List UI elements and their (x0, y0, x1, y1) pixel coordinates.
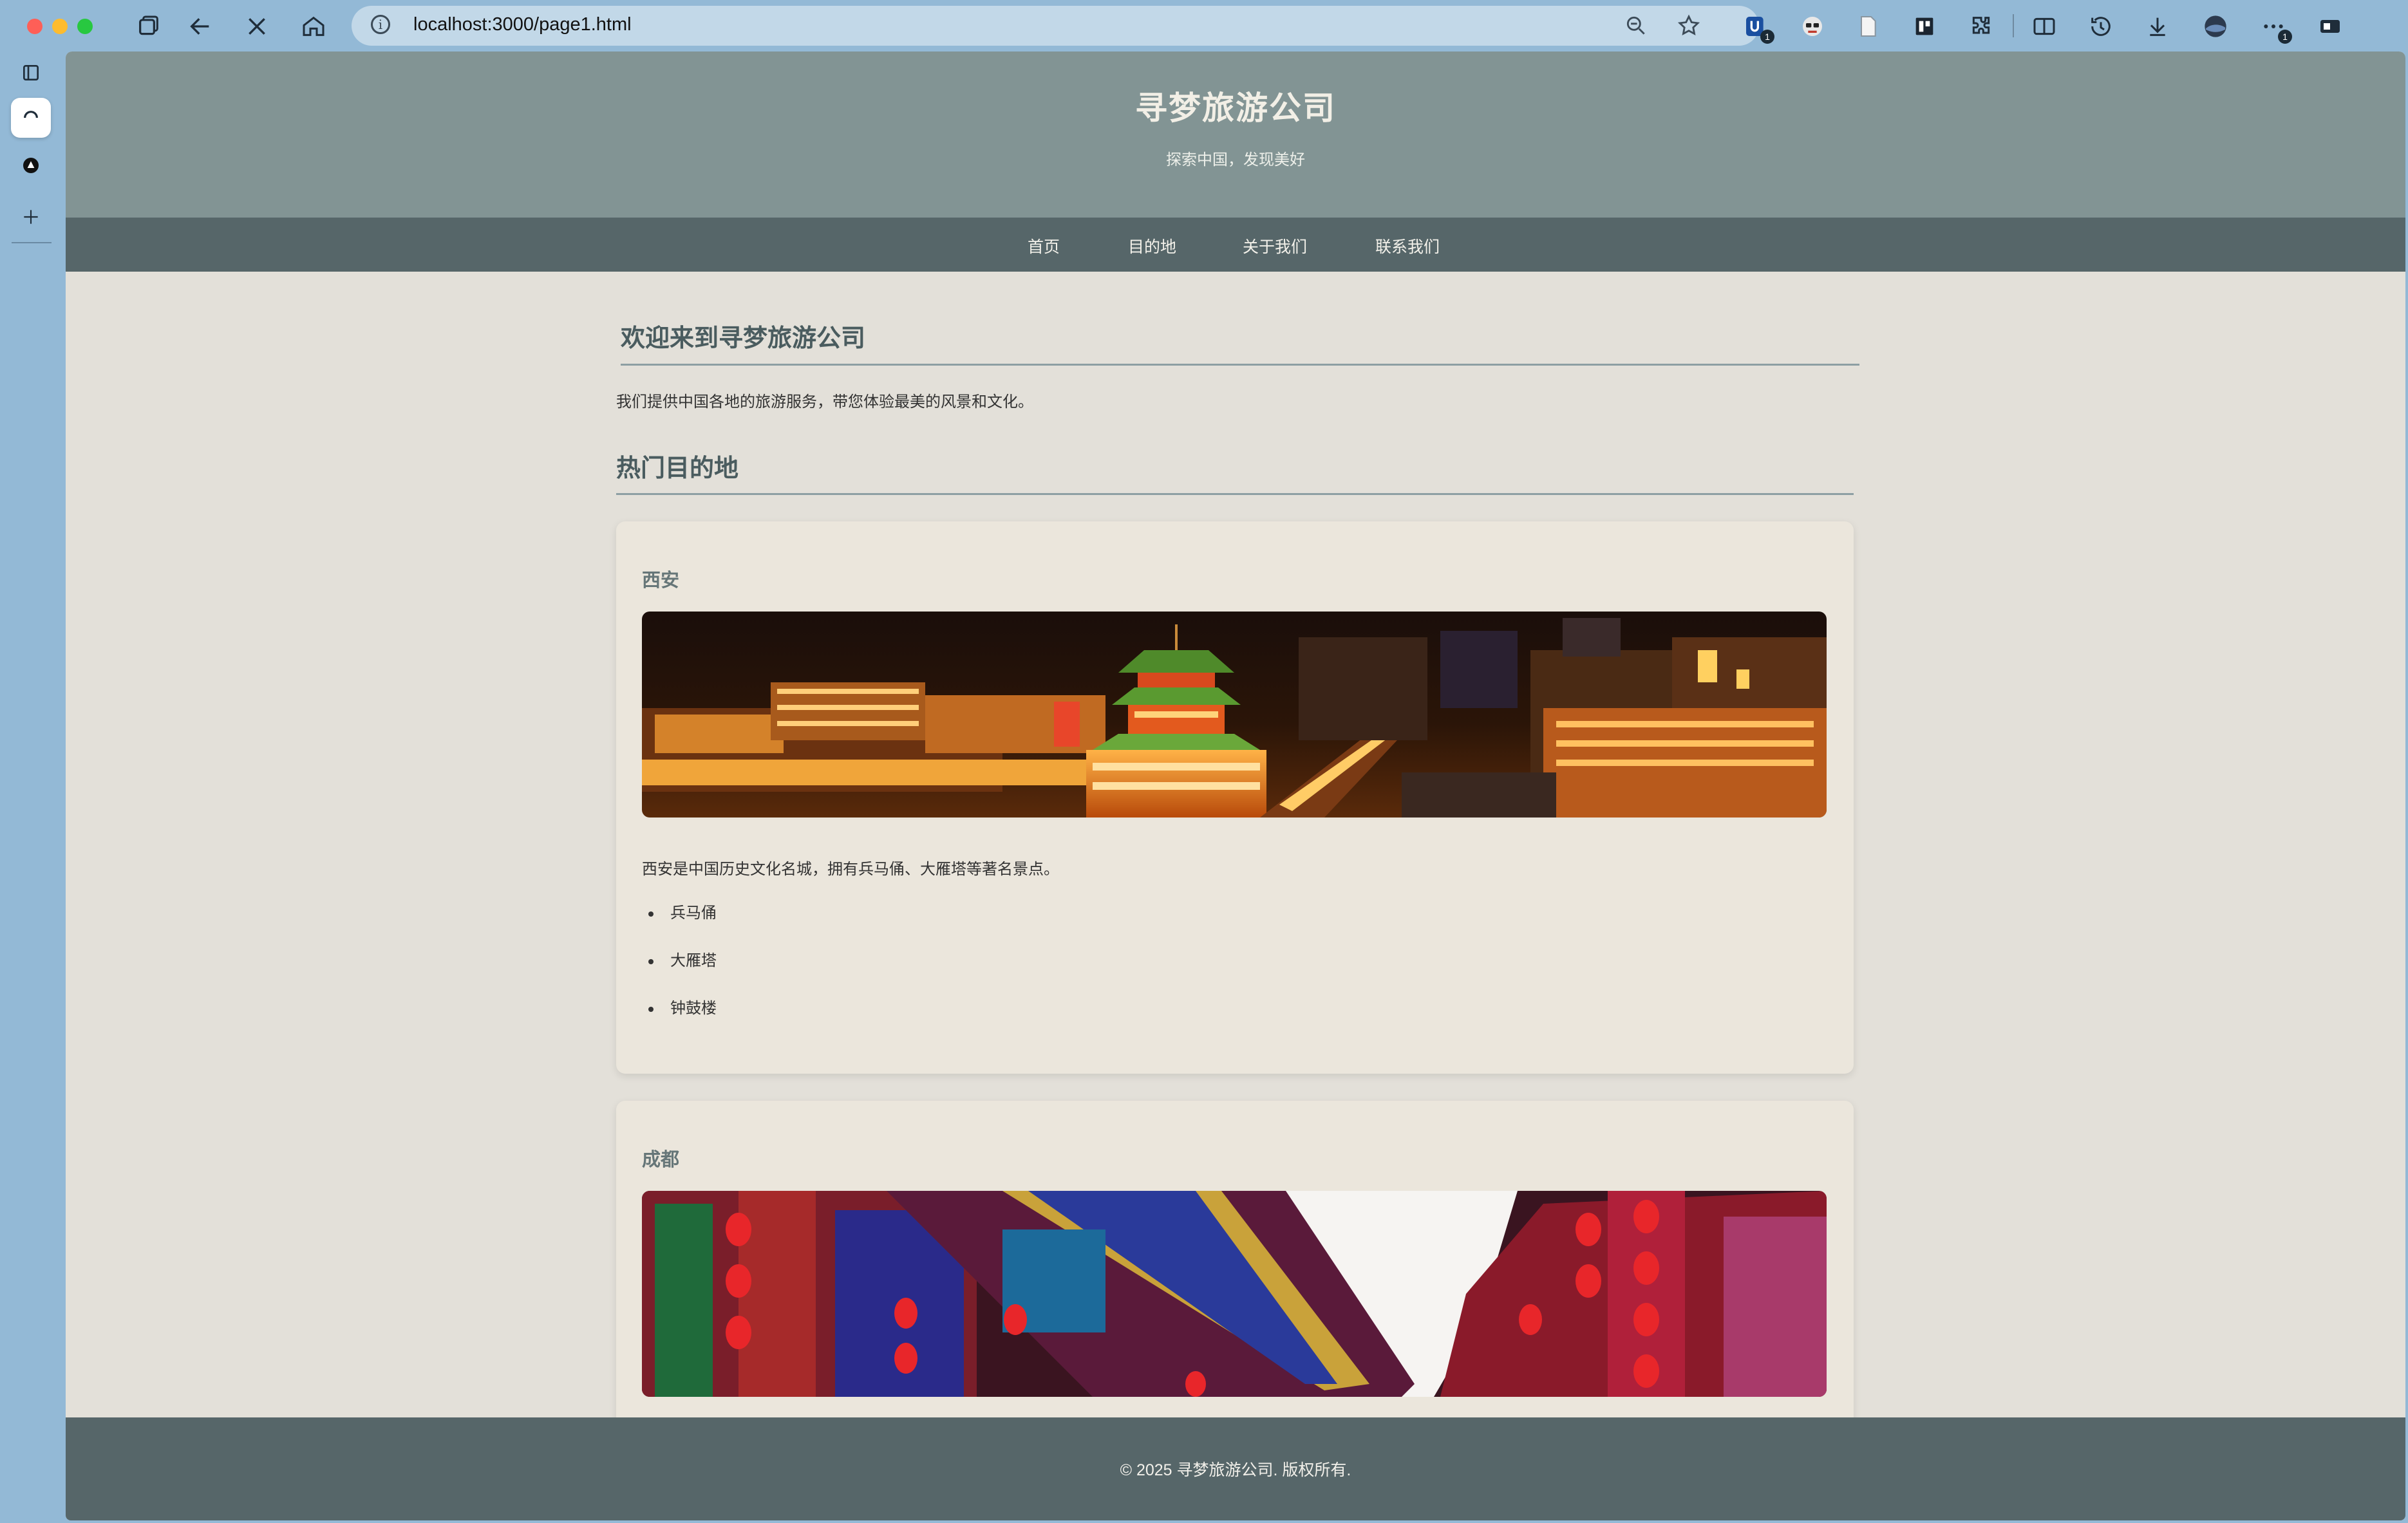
reading-list-icon[interactable] (1908, 10, 1941, 42)
chengdu-lantern-street-photo (642, 1191, 1827, 1397)
destination-title: 西安 (642, 570, 680, 591)
xian-drum-tower-night-photo (642, 612, 1827, 818)
sidebar-panel-icon[interactable] (2314, 10, 2346, 42)
extension-badge: 1 (1760, 30, 1774, 44)
stop-loading-icon[interactable] (241, 10, 273, 42)
site-title: 寻梦旅游公司 (1135, 90, 1336, 126)
toggle-sidebar-icon[interactable] (11, 53, 51, 93)
password-extension-icon[interactable]: 1 (1740, 10, 1774, 44)
back-arrow-icon[interactable] (184, 10, 216, 42)
vertical-tab-strip (0, 51, 64, 1523)
list-item: 大雁塔 (642, 950, 717, 998)
more-menu-badge: 1 (2278, 30, 2292, 44)
profile-avatar[interactable] (2199, 10, 2232, 42)
maximize-window-button[interactable] (77, 19, 93, 34)
site-footer: © 2025 寻梦旅游公司. 版权所有. (66, 1417, 2405, 1520)
attractions-list: 兵马俑 大雁塔 钟鼓楼 (642, 902, 717, 1045)
more-menu-icon[interactable]: 1 (2257, 10, 2292, 44)
extensions-puzzle-icon[interactable] (1965, 10, 1997, 42)
site-header: 寻梦旅游公司 探索中国，发现美好 (66, 51, 2405, 218)
nav-link-about[interactable]: 关于我们 (1243, 234, 1307, 257)
page-viewport: 寻梦旅游公司 探索中国，发现美好 首页 目的地 关于我们 联系我们 欢迎来到寻梦… (66, 51, 2405, 1520)
tab-strip-divider (12, 242, 52, 243)
nav-link-home[interactable]: 首页 (1028, 234, 1060, 257)
destination-card: 成都 (616, 1101, 1854, 1435)
close-window-button[interactable] (27, 19, 42, 34)
welcome-heading-rule (621, 364, 1859, 366)
destination-card: 西安 西安是中国历史文化名城，拥有兵马俑、大雁塔等著名景点。 兵马俑 大雁塔 钟… (616, 521, 1854, 1074)
site-info-icon[interactable]: i (371, 15, 390, 34)
minimize-window-button[interactable] (52, 19, 68, 34)
site-nav: 首页 目的地 关于我们 联系我们 (66, 218, 2405, 272)
active-tab-loading-icon[interactable] (11, 98, 51, 138)
home-icon[interactable] (297, 10, 330, 42)
browser-toolbar: i localhost:3000/page1.html 1 1 (0, 0, 2408, 51)
footer-copyright: © 2025 寻梦旅游公司. 版权所有. (1120, 1461, 1351, 1479)
popular-heading-rule (616, 493, 1854, 495)
site-subtitle: 探索中国，发现美好 (1166, 151, 1305, 169)
new-tab-plus-icon[interactable] (11, 197, 51, 237)
nav-link-contact[interactable]: 联系我们 (1375, 234, 1440, 257)
list-item: 兵马俑 (642, 902, 717, 950)
tab-favicon-icon[interactable] (11, 145, 51, 185)
welcome-heading: 欢迎来到寻梦旅游公司 (621, 325, 866, 352)
destination-title: 成都 (642, 1150, 680, 1170)
popular-heading: 热门目的地 (616, 455, 739, 482)
welcome-text: 我们提供中国各地的旅游服务，带您体验最美的风景和文化。 (616, 393, 1033, 411)
list-item: 钟鼓楼 (642, 998, 717, 1045)
workspaces-icon[interactable] (133, 10, 165, 42)
url-text[interactable]: localhost:3000/page1.html (413, 14, 632, 35)
nav-link-destinations[interactable]: 目的地 (1128, 234, 1176, 257)
destination-description: 西安是中国历史文化名城，拥有兵马俑、大雁塔等著名景点。 (642, 861, 1059, 878)
downloads-icon[interactable] (2141, 10, 2174, 42)
incognito-extension-icon[interactable] (1796, 10, 1829, 42)
split-view-icon[interactable] (2028, 10, 2060, 42)
favorite-star-icon[interactable] (1677, 14, 1701, 38)
zoom-icon[interactable] (1624, 14, 1648, 38)
toolbar-separator (2013, 14, 2014, 37)
document-extension-icon[interactable] (1852, 10, 1884, 42)
history-icon[interactable] (2085, 10, 2117, 42)
address-bar[interactable]: i localhost:3000/page1.html (352, 6, 1759, 46)
